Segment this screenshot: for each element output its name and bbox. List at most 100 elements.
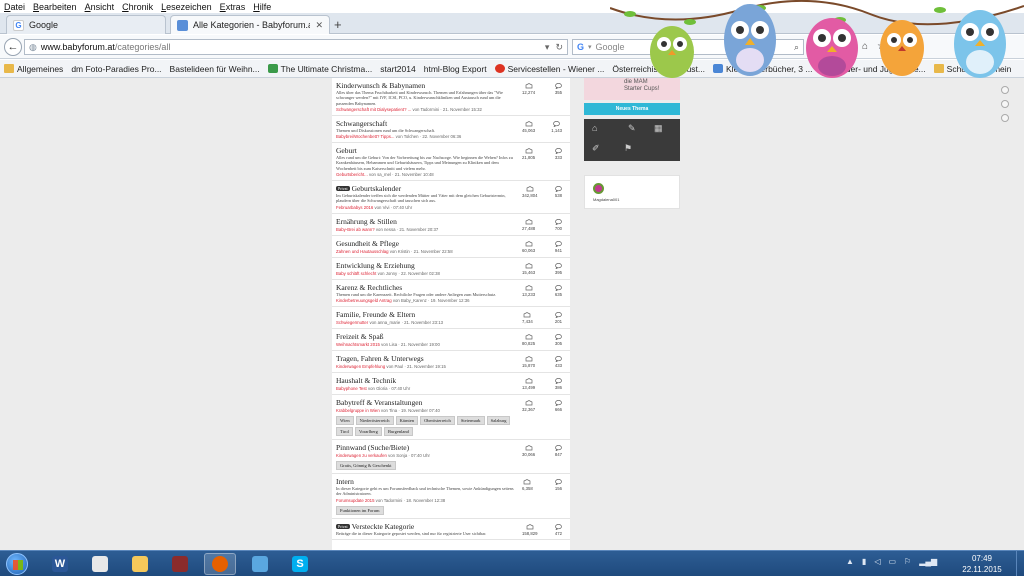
bookmark-icon — [267, 64, 278, 73]
views-count: 32,367 — [522, 406, 536, 412]
bookmark-star-icon[interactable]: ☆ — [877, 41, 886, 52]
url-bar[interactable]: ◍ www.babyforum.at/categories/all ▾ ↻ — [24, 39, 568, 55]
menu-item-ansicht[interactable]: Ansicht — [85, 2, 115, 12]
views-count: 342,804 — [522, 193, 538, 199]
tab-google[interactable]: G Google — [6, 15, 166, 34]
mail-icon — [92, 556, 108, 572]
views-count: 30,066 — [522, 451, 536, 457]
latest-post[interactable]: Geburtsbericht... von sa_mel · 21. Novem… — [336, 172, 566, 177]
network-icon[interactable]: ▮ — [862, 557, 866, 566]
search-engine-dropdown-icon[interactable]: ▾ — [588, 43, 592, 51]
taskbar-app-button[interactable]: S — [284, 553, 316, 575]
menu-item-lesezeichen[interactable]: Lesezeichen — [161, 2, 212, 12]
comment-icon — [555, 83, 562, 89]
promo-text: die MAM Starter Cups! — [624, 79, 660, 92]
subcategory-tag[interactable]: Salzburg — [486, 415, 511, 425]
new-tab-button[interactable]: + — [334, 17, 342, 32]
bookmark-item[interactable]: Servicestellen - Wiener ... — [494, 63, 605, 74]
latest-post[interactable]: Schwangerschaft mit Dialysepatient? ... … — [336, 107, 566, 112]
avatar[interactable] — [593, 183, 604, 194]
bookmark-label: Servicestellen - Wiener ... — [507, 63, 605, 74]
taskbar-app-button[interactable] — [84, 553, 116, 575]
subcategory-tag[interactable]: Oberösterreich — [420, 415, 455, 425]
scroll-button[interactable] — [1001, 100, 1009, 108]
username[interactable]: Magdalena001 — [593, 197, 619, 202]
gallery-icon[interactable]: ▦ — [654, 123, 663, 134]
latest-post-meta: von Kristin · 21. November 22:58 — [389, 248, 453, 254]
latest-post-meta: von Tadormini · 21. November 15:32 — [412, 106, 482, 112]
category-stats: 158,829 472 — [522, 523, 562, 536]
subcategory-tag[interactable]: Niederösterreich — [355, 415, 394, 425]
subcategory-tag[interactable]: Steiermark — [456, 415, 485, 425]
menu-item-datei[interactable]: Datei — [4, 2, 25, 12]
menu-item-extras[interactable]: Extras — [220, 2, 246, 12]
tab-title: Alle Kategorien - Babyforum.at — [193, 20, 311, 30]
house-icon[interactable]: ⌂ — [592, 123, 597, 133]
scroll-button[interactable] — [1001, 114, 1009, 122]
subcategory-tag[interactable]: Funktionen im Forum — [336, 505, 384, 515]
clock[interactable]: 07:49 22.11.2015 — [958, 553, 1006, 575]
bookmark-item[interactable]: Kinder- und Jugendlite... — [820, 64, 926, 74]
scroll-button[interactable] — [1001, 86, 1009, 94]
edit-icon[interactable]: ✐ — [592, 143, 600, 154]
page-scrollbar[interactable] — [996, 78, 1012, 550]
bookmark-item[interactable]: Allgemeines — [4, 64, 63, 74]
show-desktop-button[interactable] — [1016, 551, 1024, 576]
bookmark-item[interactable]: Österreichisches Brust... — [612, 64, 705, 74]
home-icon[interactable]: ⌂ — [862, 41, 868, 52]
downloads-icon[interactable]: ⬇ — [895, 41, 903, 52]
dropdown-arrow-icon[interactable]: ▾ — [545, 42, 550, 53]
flag-icon[interactable]: ⚑ — [624, 143, 632, 154]
bookmark-icon — [494, 64, 505, 73]
bookmark-item[interactable]: start2014 — [380, 64, 415, 74]
bookmark-item[interactable]: Schule allgemein — [933, 64, 1011, 74]
subcategory-tag[interactable]: Vorarlberg — [354, 426, 382, 436]
posts-stat: 538 — [555, 186, 562, 198]
send-icon[interactable]: ➤ — [912, 41, 920, 52]
subcategory-tag[interactable]: Burgenland — [383, 426, 413, 436]
volume-icon[interactable]: ◁ — [874, 557, 880, 566]
latest-post-meta: von anna_marie · 21. November 23:13 — [369, 319, 444, 325]
subcategory-tag[interactable]: Tirol — [336, 426, 353, 436]
back-button[interactable]: ← — [4, 38, 22, 56]
taskbar-app-button[interactable] — [244, 553, 276, 575]
close-tab-icon[interactable]: ✕ — [315, 20, 323, 31]
start-button[interactable] — [6, 553, 28, 575]
new-topic-button[interactable]: Neues Thema — [584, 103, 680, 115]
battery-icon[interactable]: ▭ — [888, 557, 896, 566]
promo-banner[interactable]: die MAM Starter Cups! — [584, 78, 680, 100]
category-stats: 7,434 201 — [522, 312, 562, 324]
signal-icon[interactable]: ▂▄▆ — [919, 557, 937, 566]
subcategory-tag[interactable]: Kärnten — [395, 415, 419, 425]
subcategory-tag[interactable]: Gratis, Gönnig & Geschenkt — [336, 460, 396, 470]
bookmark-item[interactable]: Bastelideen für Weihn... — [170, 64, 260, 74]
latest-post[interactable]: Februarbabys 2016 von Vivi · 07:40 Uhr — [336, 205, 566, 210]
taskbar-app-button[interactable] — [124, 553, 156, 575]
bookmark-item[interactable]: The Ultimate Christma... — [267, 64, 372, 74]
tray-arrow-icon[interactable]: ▲ — [846, 557, 854, 566]
latest-post[interactable]: Forumsupdate 2015 von Tadormini · 18. No… — [336, 498, 566, 503]
bookmark-item[interactable]: html-Blog Export — [424, 64, 487, 74]
search-bar[interactable]: G ▾ Google ⌕ — [572, 39, 804, 55]
bookmark-label: start2014 — [380, 63, 416, 74]
tab-babyforum[interactable]: Alle Kategorien - Babyforum.at ✕ — [170, 15, 330, 34]
subcategory-tag[interactable]: Wien — [336, 415, 354, 425]
reload-icon[interactable]: ↻ — [555, 42, 563, 53]
search-icon[interactable]: ⌕ — [794, 42, 799, 53]
latest-post[interactable]: Kinderbetreuungsgeld Antrag von Baby_Kar… — [336, 298, 566, 303]
menu-item-bearbeiten[interactable]: Bearbeiten — [33, 2, 77, 12]
category-description: Alles rund um die Geburt: Von der Vorber… — [336, 155, 513, 171]
taskbar-app-button[interactable] — [204, 553, 236, 575]
category-stats: 13,233 635 — [522, 284, 562, 297]
flag-notification-icon[interactable]: ⚐ — [904, 557, 911, 566]
latest-post[interactable]: Babybrei/Wochenbett? Tipps... von Tolche… — [336, 134, 566, 139]
menu-item-chronik[interactable]: Chronik — [122, 2, 153, 12]
pin-icon[interactable]: ✎ — [628, 123, 636, 134]
taskbar-app-button[interactable]: W — [44, 553, 76, 575]
bookmark-item[interactable]: Kleinkinderbücher, 3 ... — [713, 64, 813, 74]
taskbar-app-button[interactable] — [164, 553, 196, 575]
bookmark-item[interactable]: dm Foto-Paradies Pro... — [71, 64, 161, 74]
menu-item-hilfe[interactable]: Hilfe — [253, 2, 271, 12]
category-title: Haushalt & Technik — [336, 375, 397, 385]
category-row: Privat Geburtskalender Im Geburtskalender … — [332, 181, 570, 214]
